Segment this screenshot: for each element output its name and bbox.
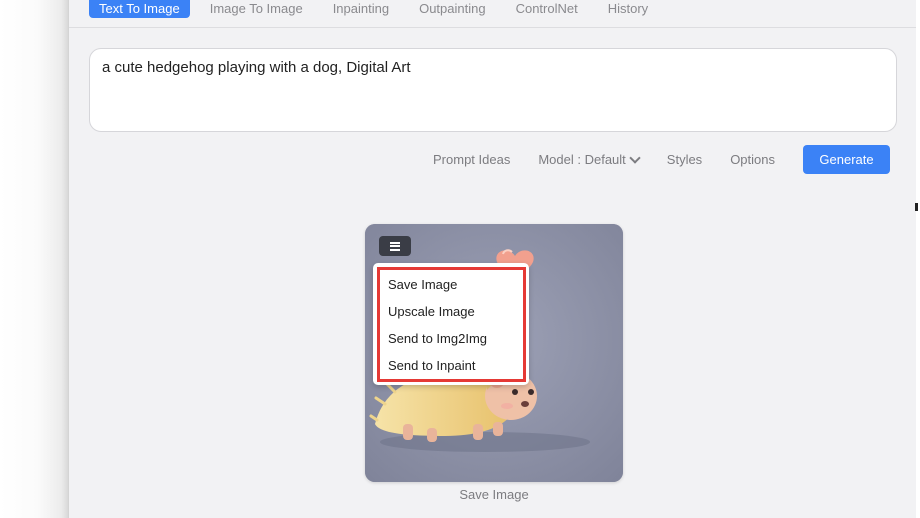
prompt-ideas-button[interactable]: Prompt Ideas [433, 152, 510, 167]
window-right-edge [916, 0, 920, 518]
generated-image-card[interactable]: Save Image Upscale Image Send to Img2Img… [365, 224, 623, 482]
tab-history[interactable]: History [608, 0, 648, 18]
save-image-caption[interactable]: Save Image [365, 487, 623, 502]
chevron-down-icon [629, 151, 641, 164]
app-window: Text To Image Image To Image Inpainting … [68, 0, 917, 518]
menu-item-save-image[interactable]: Save Image [388, 277, 457, 293]
prompt-toolbar: Prompt Ideas Model : Default Styles Opti… [433, 145, 890, 174]
tab-inpainting[interactable]: Inpainting [333, 0, 389, 18]
generate-button[interactable]: Generate [803, 145, 890, 174]
model-select[interactable]: Model : Default [538, 151, 641, 167]
options-button[interactable]: Options [730, 152, 775, 167]
tab-outpainting[interactable]: Outpainting [419, 0, 486, 18]
scroll-indicator [915, 203, 918, 211]
styles-button[interactable]: Styles [667, 152, 702, 167]
window-edge-shadow [0, 0, 68, 518]
mode-tabs: Text To Image Image To Image Inpainting … [89, 0, 678, 18]
hamburger-menu-icon [390, 241, 400, 251]
model-select-label: Model : Default [538, 152, 626, 167]
menu-item-upscale-image[interactable]: Upscale Image [388, 304, 475, 320]
image-menu-button[interactable] [379, 236, 411, 256]
tab-controlnet[interactable]: ControlNet [516, 0, 578, 18]
tab-text-to-image[interactable]: Text To Image [89, 0, 190, 18]
tab-image-to-image[interactable]: Image To Image [210, 0, 303, 18]
tabs-divider [69, 27, 917, 28]
menu-item-send-to-inpaint[interactable]: Send to Inpaint [388, 358, 475, 374]
image-options-menu: Save Image Upscale Image Send to Img2Img… [373, 263, 529, 385]
menu-item-send-to-img2img[interactable]: Send to Img2Img [388, 331, 487, 347]
prompt-input[interactable]: a cute hedgehog playing with a dog, Digi… [89, 48, 897, 132]
